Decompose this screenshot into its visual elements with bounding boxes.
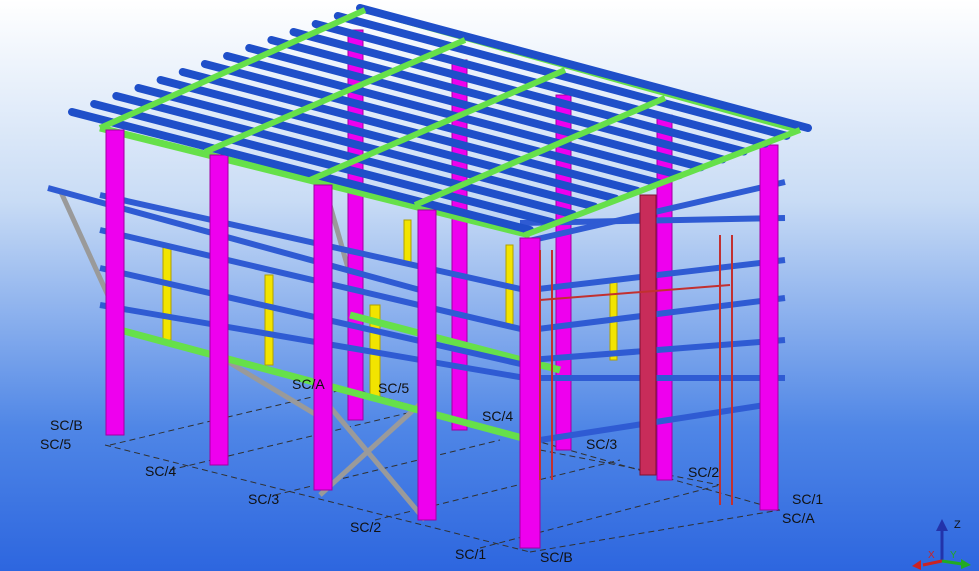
grid-label: SC/2 [688,464,720,480]
grid-label: SC/1 [792,491,824,507]
grid-label: SC/A [292,376,325,392]
grid-label: SC/3 [248,491,280,507]
floor-gridlines [104,387,781,553]
grid-label: SC/A [782,510,815,526]
axis-triad[interactable]: Z X Y [909,511,979,571]
grid-label: SC/B [540,549,573,565]
grid-label: SC/1 [455,546,487,562]
axis-x-label: X [928,550,935,561]
grid-label: SC/4 [482,408,514,424]
model-viewport[interactable]: SC/B SC/5 SC/4 SC/3 SC/2 SC/1 SC/B SC/A … [0,0,979,571]
axis-z-label: Z [954,519,961,531]
grid-label: SC/2 [350,519,382,535]
grid-label: SC/5 [378,380,410,396]
structural-model[interactable] [0,0,979,571]
axis-y-label: Y [950,550,957,561]
grid-label: SC/B [50,417,83,433]
grid-label: SC/3 [586,436,618,452]
grid-label: SC/5 [40,436,72,452]
side-girts [47,179,786,443]
grid-label: SC/4 [145,463,177,479]
yellow-members [162,219,618,401]
